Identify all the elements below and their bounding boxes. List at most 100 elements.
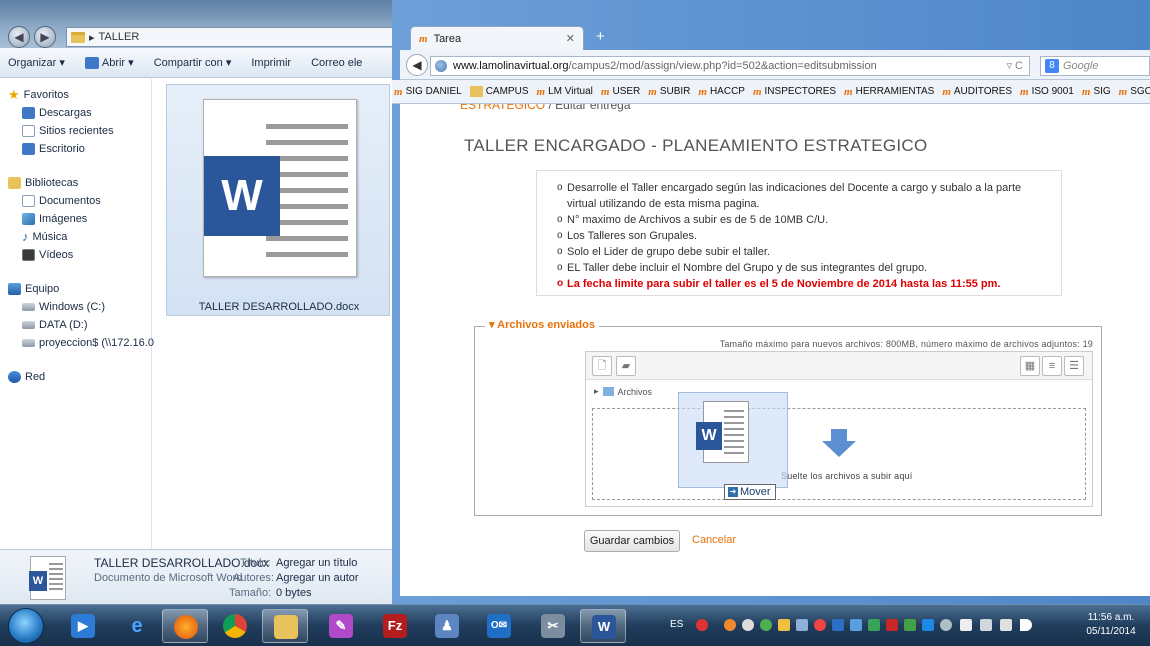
taskbar-firefox[interactable] xyxy=(162,609,208,643)
save-changes-button[interactable]: Guardar cambios xyxy=(584,530,680,552)
network-tray-icon[interactable] xyxy=(980,619,992,631)
sidebar-label: proyeccion$ (\\172.16.0 xyxy=(39,337,154,349)
taskbar-media-player[interactable]: ▶ xyxy=(60,609,106,643)
sidebar-item-recent[interactable]: Sitios recientes xyxy=(22,125,114,137)
email-button[interactable]: Correo ele xyxy=(311,57,362,69)
tray-app-icon[interactable] xyxy=(886,619,898,631)
bookmark-item[interactable]: m SIG xyxy=(1082,86,1111,98)
tree-view-icon[interactable]: ☰ xyxy=(1064,356,1084,376)
tray-app-icon[interactable] xyxy=(814,619,826,631)
taskbar-internet-explorer[interactable]: e xyxy=(114,609,160,643)
bookmark-item[interactable]: CAMPUS xyxy=(469,86,529,97)
tray-app-icon[interactable] xyxy=(922,619,934,631)
sidebar-item-music[interactable]: ♪ Música xyxy=(22,230,67,243)
tray-app-icon[interactable] xyxy=(778,619,790,631)
close-tab-icon[interactable]: ✕ xyxy=(566,32,575,45)
bookmark-item[interactable]: m LM Virtual xyxy=(537,86,593,98)
details-authors-value[interactable]: Agregar un autor xyxy=(276,572,359,584)
search-box[interactable]: 8 Google xyxy=(1040,56,1150,76)
explorer-address-bar[interactable]: ▸ TALLER xyxy=(66,27,396,47)
sidebar-item-images[interactable]: Imágenes xyxy=(22,213,87,225)
clock[interactable]: 11:56 a.m. 05/11/2014 xyxy=(1080,611,1142,639)
taskbar-filezilla[interactable]: Fz xyxy=(372,609,418,643)
cancel-link[interactable]: Cancelar xyxy=(692,534,736,546)
icons-view-icon[interactable]: ▦ xyxy=(1020,356,1040,376)
tab-tarea[interactable]: m Tarea ✕ xyxy=(410,26,584,50)
taskbar-snipping[interactable]: ✂ xyxy=(530,609,576,643)
bookmark-item[interactable]: m USER xyxy=(601,86,640,98)
sidebar-item-computer[interactable]: Equipo xyxy=(8,283,59,295)
list-item: Los Talleres son Grupales. xyxy=(557,228,1053,244)
details-title-value[interactable]: Agregar un título xyxy=(276,557,357,569)
tray-app-icon[interactable] xyxy=(832,619,844,631)
bookmark-label: SGCIA xyxy=(1130,86,1150,97)
back-button[interactable]: ◀ xyxy=(8,26,30,48)
sidebar-item-drive-c[interactable]: Windows (C:) xyxy=(22,301,105,313)
tray-app-icon[interactable] xyxy=(796,619,808,631)
drop-zone[interactable]: Suelte los archivos a subir aquí xyxy=(592,408,1086,500)
bookmark-label: SIG DANIEL xyxy=(405,86,462,97)
expand-arrow-icon: ▸ xyxy=(594,386,599,396)
folder-path[interactable]: ▸ Archivos xyxy=(594,386,652,397)
back-button[interactable]: ◀ xyxy=(406,54,428,76)
sidebar-item-favorites[interactable]: ★ Favoritos xyxy=(8,88,69,101)
bookmark-item[interactable]: m HACCP xyxy=(698,86,745,98)
bookmark-item[interactable]: m AUDITORES xyxy=(942,86,1012,98)
tray-app-icon[interactable] xyxy=(724,619,736,631)
doc-line xyxy=(724,446,744,448)
sidebar-item-desktop[interactable]: Escritorio xyxy=(22,143,85,155)
alert-icon[interactable] xyxy=(696,619,708,631)
tray-app-icon[interactable] xyxy=(868,619,880,631)
sidebar-item-network-share[interactable]: proyeccion$ (\\172.16.0 xyxy=(22,337,154,349)
doc-line xyxy=(724,452,744,454)
flag-icon[interactable] xyxy=(960,619,972,631)
tray-app-icon[interactable] xyxy=(742,619,754,631)
language-indicator[interactable]: ES xyxy=(670,619,683,630)
url-bar[interactable]: www.lamolinavirtual.org /campus2/mod/ass… xyxy=(430,56,1030,76)
taskbar-chrome[interactable] xyxy=(212,609,258,643)
section-toggle[interactable]: ▾ Archivos enviados xyxy=(485,318,599,331)
sidebar-item-network[interactable]: Red xyxy=(8,371,45,383)
bookmark-item[interactable]: m INSPECTORES xyxy=(753,86,836,98)
dragged-file[interactable]: W xyxy=(678,392,788,488)
breadcrumb-link[interactable]: ESTRATEGICO xyxy=(460,104,545,112)
doc-line xyxy=(49,578,63,580)
power-icon[interactable] xyxy=(1000,619,1012,631)
tray-app-icon[interactable] xyxy=(850,619,862,631)
create-folder-icon[interactable]: ▰ xyxy=(616,356,636,376)
bookmark-item[interactable]: mSGCIA xyxy=(1119,86,1150,98)
sidebar-item-drive-d[interactable]: DATA (D:) xyxy=(22,319,87,331)
explorer-breadcrumb[interactable]: TALLER xyxy=(99,31,140,43)
tray-app-icon[interactable] xyxy=(904,619,916,631)
new-tab-button[interactable]: + xyxy=(596,28,605,45)
list-view-icon[interactable]: ≡ xyxy=(1042,356,1062,376)
taskbar-app[interactable]: ♟ xyxy=(424,609,470,643)
bookmark-item[interactable]: m SUBIR xyxy=(648,86,690,98)
moodle-icon: m xyxy=(942,85,951,98)
add-file-icon[interactable]: 🗋 xyxy=(592,356,612,376)
bookmark-item[interactable]: m SIG DANIEL xyxy=(394,86,462,98)
start-button[interactable] xyxy=(8,608,44,644)
reload-icon[interactable]: ▿ C xyxy=(1006,59,1023,72)
share-button[interactable]: Compartir con ▾ xyxy=(154,56,232,69)
file-item-selected[interactable]: W TALLER DESARROLLADO.docx xyxy=(166,84,390,316)
tray-app-icon[interactable] xyxy=(940,619,952,631)
sidebar-item-documents[interactable]: Documentos xyxy=(22,195,101,207)
taskbar-outlook[interactable]: O✉ xyxy=(476,609,522,643)
print-button[interactable]: Imprimir xyxy=(251,57,291,69)
taskbar-explorer[interactable] xyxy=(262,609,308,643)
drive-icon xyxy=(22,303,35,311)
taskbar-word[interactable]: W xyxy=(580,609,626,643)
sidebar-item-libraries[interactable]: Bibliotecas xyxy=(8,177,78,189)
forward-button[interactable]: ▶ xyxy=(34,26,56,48)
sidebar-item-videos[interactable]: Vídeos xyxy=(22,249,73,261)
bookmark-item[interactable]: m HERRAMIENTAS xyxy=(844,86,934,98)
organize-button[interactable]: Organizar ▾ xyxy=(8,56,65,69)
bookmark-item[interactable]: m ISO 9001 xyxy=(1020,86,1074,98)
open-button[interactable]: Abrir ▾ xyxy=(84,56,134,69)
sidebar-item-downloads[interactable]: Descargas xyxy=(22,107,92,119)
taskbar-paint[interactable]: ✎ xyxy=(318,609,364,643)
word-logo-icon: W xyxy=(204,156,280,236)
volume-icon[interactable] xyxy=(1020,619,1032,631)
tray-app-icon[interactable] xyxy=(760,619,772,631)
